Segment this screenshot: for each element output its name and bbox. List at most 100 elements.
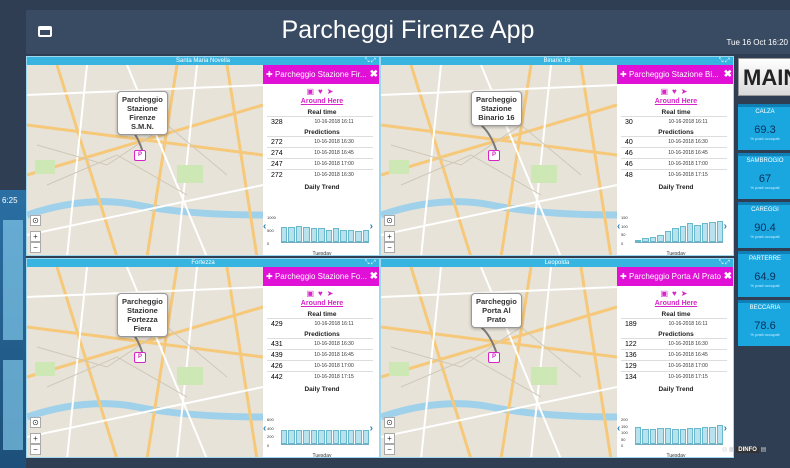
panel-controls-icon[interactable]: ⤡ ⤢ <box>719 57 730 65</box>
image-icon[interactable]: ▣ <box>306 87 318 96</box>
trend-bar <box>318 228 325 242</box>
trend-bar <box>657 427 664 444</box>
predictions-list: 40 10-16-2018 16:30 46 10-16-2018 16:45 46 10… <box>617 136 733 180</box>
around-here-link[interactable]: Around Here <box>617 98 733 105</box>
occupancy-card[interactable]: CAREGGI 90.4% posti occupati <box>738 202 790 248</box>
predictions-list: 272 10-16-2018 16:30 274 10-16-2018 16:45 24… <box>263 136 379 180</box>
daily-trend-chart: 200 150 100 50 0 <box>621 417 729 451</box>
prediction-row: 136 10-16-2018 16:45 <box>621 349 727 360</box>
trend-bar <box>310 228 318 242</box>
navigate-icon[interactable]: ➤ <box>327 289 338 298</box>
prev-day-button[interactable]: ‹ <box>263 423 266 434</box>
zoom-out-button[interactable]: − <box>384 242 395 253</box>
prev-day-button[interactable]: ‹ <box>617 423 620 434</box>
realtime-heading: Real time <box>661 109 691 116</box>
trend-bar <box>716 425 724 444</box>
prediction-time: 10-16-2018 17:00 <box>668 363 708 369</box>
prediction-value: 46 <box>625 150 633 157</box>
parking-pin-icon[interactable]: P <box>134 352 146 363</box>
card-value: 64.9 <box>754 271 776 283</box>
image-icon[interactable]: ▣ <box>660 87 672 96</box>
trend-axis-label: 200 <box>621 417 628 422</box>
image-icon[interactable]: ▣ <box>660 289 672 298</box>
predictions-list: 122 10-16-2018 16:30 136 10-16-2018 16:45 12… <box>617 338 733 382</box>
trend-bar <box>664 230 672 242</box>
around-here-link[interactable]: Around Here <box>263 98 379 105</box>
locate-button[interactable]: ⊙ <box>30 215 41 226</box>
prediction-time: 10-16-2018 17:15 <box>668 172 708 178</box>
zoom-in-button[interactable]: + <box>384 433 395 444</box>
trend-bar <box>288 430 295 444</box>
trend-bar <box>303 430 310 444</box>
prev-day-button[interactable]: ‹ <box>617 221 620 232</box>
trend-bar <box>281 430 288 444</box>
locate-button[interactable]: ⊙ <box>384 417 395 428</box>
heart-icon[interactable]: ♥ <box>672 87 681 96</box>
heart-icon[interactable]: ♥ <box>318 289 327 298</box>
prev-day-button[interactable]: ‹ <box>263 221 266 232</box>
map[interactable]: Parcheggio Porta Al Prato P ⊙ + − <box>381 267 617 457</box>
parking-pin-icon[interactable]: P <box>134 150 146 161</box>
realtime-time: 10-16-2018 16:11 <box>668 321 708 327</box>
next-day-button[interactable]: › <box>370 221 373 232</box>
zoom-out-button[interactable]: − <box>384 444 395 455</box>
close-icon[interactable]: ✖ <box>370 267 378 286</box>
locate-button[interactable]: ⊙ <box>30 417 41 428</box>
close-icon[interactable]: ✖ <box>370 65 378 84</box>
trend-axis-label: 100 <box>621 430 628 435</box>
panel-controls-icon[interactable]: ⤡ ⤢ <box>365 259 376 267</box>
zoom-in-button[interactable]: + <box>30 433 41 444</box>
occupancy-card[interactable]: PARTERRE 64.9% posti occupati <box>738 251 790 297</box>
trend-bar <box>649 237 657 242</box>
prediction-row: 40 10-16-2018 16:30 <box>621 136 727 147</box>
map[interactable]: Parcheggio Stazione Firenze S.M.N. P ⊙ + − <box>27 65 263 255</box>
image-icon[interactable]: ▣ <box>306 289 318 298</box>
around-here-link[interactable]: Around Here <box>263 300 379 307</box>
panel-controls-icon[interactable]: ⤡ ⤢ <box>719 259 730 267</box>
map[interactable]: Parcheggio Stazione Fortezza Fiera P ⊙ + − <box>27 267 263 457</box>
parking-pin-icon[interactable]: P <box>488 150 500 161</box>
next-day-button[interactable]: › <box>370 423 373 434</box>
zoom-out-button[interactable]: − <box>30 242 41 253</box>
navigate-icon[interactable]: ➤ <box>327 87 338 96</box>
realtime-value: 429 <box>271 321 283 328</box>
occupancy-card[interactable]: SAMBROGIO 67% posti occupati <box>738 153 790 199</box>
realtime-row: 429 10-16-2018 16:11 <box>267 318 373 329</box>
heart-icon[interactable]: ♥ <box>672 289 681 298</box>
zoom-out-button[interactable]: − <box>30 444 41 455</box>
realtime-value: 30 <box>625 119 633 126</box>
navigate-icon[interactable]: ➤ <box>681 87 692 96</box>
close-icon[interactable]: ✖ <box>724 267 732 286</box>
heart-icon[interactable]: ♥ <box>318 87 327 96</box>
trend-bar <box>679 225 686 242</box>
realtime-value: 328 <box>271 119 283 126</box>
panel-title-bar: Binario 16 ⤡ ⤢ <box>381 57 733 65</box>
prediction-time: 10-16-2018 16:45 <box>314 352 354 358</box>
trend-bar <box>281 227 288 242</box>
occupancy-card[interactable]: BECCARIA 78.6% posti occupati <box>738 300 790 346</box>
navigate-icon[interactable]: ➤ <box>681 289 692 298</box>
parking-pin-icon[interactable]: P <box>488 352 500 363</box>
prediction-value: 439 <box>271 352 283 359</box>
occupancy-card[interactable]: CALZA 69.3% posti occupati <box>738 104 790 150</box>
next-day-button[interactable]: › <box>724 423 727 434</box>
realtime-row: 30 10-16-2018 16:11 <box>621 116 727 127</box>
trend-axis-label: 100 <box>621 223 628 229</box>
map[interactable]: Parcheggio Stazione Binario 16 P ⊙ + − <box>381 65 617 255</box>
around-here-link[interactable]: Around Here <box>617 300 733 307</box>
zoom-in-button[interactable]: + <box>384 231 395 242</box>
prediction-value: 431 <box>271 341 283 348</box>
main-button[interactable]: MAIN <box>738 58 790 96</box>
parking-label-line: Firenze <box>129 113 156 122</box>
app-header: Parcheggi Firenze App Tue 16 Oct 16:20 <box>26 10 790 54</box>
locate-button[interactable]: ⊙ <box>384 215 395 226</box>
trend-bar <box>362 430 370 444</box>
next-day-button[interactable]: › <box>724 221 727 232</box>
prediction-time: 10-16-2018 17:15 <box>314 374 354 380</box>
prediction-time: 10-16-2018 17:00 <box>314 363 354 369</box>
panel-controls-icon[interactable]: ⤡ ⤢ <box>365 57 376 65</box>
close-icon[interactable]: ✖ <box>724 65 732 84</box>
panel-title: Leopolda <box>544 260 570 266</box>
zoom-in-button[interactable]: + <box>30 231 41 242</box>
parking-info: ✚ Parcheggio Stazione Fo... ✖ ▣♥➤ Around … <box>263 267 379 457</box>
